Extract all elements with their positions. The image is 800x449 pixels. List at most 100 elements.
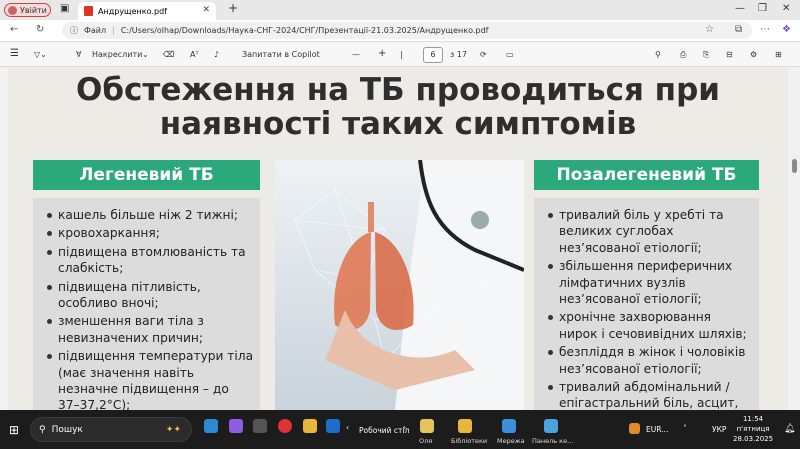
address-bar-row: ← ↻ ⓘ Файл | C:/Users/olhap/Downloads/На… xyxy=(0,20,800,42)
divider: | xyxy=(400,50,403,59)
save-icon[interactable]: ⎘ xyxy=(703,50,709,60)
app-icon[interactable] xyxy=(253,419,267,433)
read-aloud-icon[interactable]: ♪ xyxy=(214,50,219,59)
zoom-in-button[interactable]: + xyxy=(378,48,386,59)
currency-icon[interactable] xyxy=(629,423,640,434)
libraries-icon[interactable] xyxy=(458,419,472,433)
slide-title-line1: Обстеження на ТБ проводиться при xyxy=(75,72,721,108)
sparkle-icon: ✦✦ xyxy=(165,424,181,435)
symptom-item: тривалий біль у хребті та великих суглоб… xyxy=(548,207,753,256)
minimize-icon[interactable]: — xyxy=(735,3,745,14)
profile-button[interactable]: Увійти xyxy=(4,3,51,17)
divider: | xyxy=(112,26,115,35)
contents-icon[interactable]: ☰ xyxy=(10,48,19,59)
symptom-item: кровохаркання; xyxy=(47,225,254,241)
taskbar-app-label[interactable]: Оля xyxy=(419,437,432,445)
url-text: C:/Users/olhap/Downloads/Наука-СНГ-2024/… xyxy=(120,26,489,35)
symptom-item: хронічне захворювання нирок і сечовивідн… xyxy=(548,309,753,342)
zoom-out-button[interactable]: — xyxy=(352,50,360,59)
tab-actions-icon[interactable]: ▣ xyxy=(60,3,69,14)
pdf-toolbar: ☰ ▽⌄ ∀ Накреслити ⌄ ⌫ Aᵀ ♪ Запитати в Co… xyxy=(0,43,800,67)
pin-icon[interactable]: ⊞ xyxy=(775,50,782,59)
right-panel: тривалий біль у хребті та великих суглоб… xyxy=(534,198,759,410)
symptom-item: кашель більше ніж 2 тижні; xyxy=(47,207,254,223)
taskbar-app-label[interactable]: Мережа xyxy=(497,437,525,445)
clock[interactable]: 11:54 п'ятниця 28.03.2025 xyxy=(733,414,773,444)
symptom-item: підвищена пітливість, особливо вночі; xyxy=(47,279,254,312)
collections-icon[interactable]: ⧉ xyxy=(735,24,742,35)
time: 11:54 xyxy=(742,415,764,423)
network-icon[interactable] xyxy=(502,419,516,433)
lungs-illustration xyxy=(275,160,524,410)
symptom-item: безпліддя в жінок і чоловіків нез’ясован… xyxy=(548,344,753,377)
refresh-icon[interactable]: ↻ xyxy=(36,24,44,35)
eraser-icon[interactable]: ⌫ xyxy=(163,50,174,59)
file-explorer-icon[interactable] xyxy=(303,419,317,433)
settings-icon[interactable]: ⚙ xyxy=(750,50,757,59)
rotate-icon[interactable]: ⟳ xyxy=(480,50,487,59)
left-symptom-list: кашель більше ніж 2 тижні; кровохаркання;… xyxy=(33,198,260,410)
symptom-item: збільшення периферичних лімфатичних вузл… xyxy=(548,258,753,307)
tab-bar: Увійти ▣ Андрущенко.pdf ✕ + — ❐ ✕ xyxy=(0,0,800,20)
scrollbar[interactable] xyxy=(790,67,800,410)
right-symptom-list: тривалий біль у хребті та великих суглоб… xyxy=(534,198,759,410)
more-icon[interactable]: ⋯ xyxy=(760,24,770,35)
copilot-icon[interactable]: ❖ xyxy=(782,24,791,35)
print-icon[interactable]: ⎙ xyxy=(680,50,686,60)
left-header: Легеневий ТБ xyxy=(33,160,260,190)
chevron-icon[interactable]: › xyxy=(403,423,406,432)
tab-active[interactable]: Андрущенко.pdf ✕ xyxy=(78,2,216,20)
info-icon: ⓘ xyxy=(70,26,78,35)
pdf-page: Обстеження на ТБ проводиться при наявнос… xyxy=(8,67,788,410)
symptom-item: підвищена втомлюваність та слабкість; xyxy=(47,244,254,277)
new-tab-button[interactable]: + xyxy=(228,1,238,15)
currency-label[interactable]: EUR... xyxy=(646,425,668,434)
draw-button[interactable]: Накреслити xyxy=(92,50,142,59)
opera-icon[interactable] xyxy=(278,419,292,433)
outlook-icon[interactable] xyxy=(326,419,340,433)
draw-dropdown-icon[interactable]: ⌄ xyxy=(142,50,149,59)
save-as-icon[interactable]: ⊟ xyxy=(726,50,733,59)
close-window-icon[interactable]: ✕ xyxy=(782,3,790,14)
url-field[interactable]: ⓘ Файл | C:/Users/olhap/Downloads/Наука-… xyxy=(62,22,752,39)
scrollbar-thumb[interactable] xyxy=(792,159,797,173)
back-icon[interactable]: ← xyxy=(10,24,18,35)
pdf-icon xyxy=(84,6,93,16)
edge-icon[interactable] xyxy=(204,419,218,433)
weekday: п'ятниця xyxy=(736,425,770,433)
control-panel-icon[interactable] xyxy=(544,419,558,433)
copilot-app-icon[interactable] xyxy=(229,419,243,433)
taskbar: ⊞ ⚲ Пошук ✦✦ ‹ Робочий стіл › Оля Бібліо… xyxy=(0,410,800,449)
copilot-ask-button[interactable]: Запитати в Copilot xyxy=(242,50,320,59)
draw-icon[interactable]: ∀ xyxy=(76,50,81,59)
close-tab-icon[interactable]: ✕ xyxy=(202,5,210,15)
tray-chevron-icon[interactable]: ˄ xyxy=(683,424,687,433)
profile-label: Увійти xyxy=(20,5,47,15)
taskbar-search[interactable]: ⚲ Пошук ✦✦ xyxy=(30,417,192,442)
start-icon[interactable]: ⊞ xyxy=(9,423,19,437)
language-indicator[interactable]: УКР xyxy=(712,425,726,434)
notification-icon[interactable]: 🔔︎ xyxy=(784,424,795,434)
taskbar-app-label[interactable]: Панель ке... xyxy=(532,437,573,445)
symptom-item: тривалий абдомінальний / епігастральний … xyxy=(548,379,753,410)
date: 28.03.2025 xyxy=(733,435,774,443)
desktop-label[interactable]: Робочий стіл xyxy=(359,426,409,435)
favorite-icon[interactable]: ☆ xyxy=(705,24,714,35)
text-size-button[interactable]: Aᵀ xyxy=(190,50,199,59)
page-total: з 17 xyxy=(450,50,467,59)
right-header: Позалегеневий ТБ xyxy=(534,160,759,190)
fit-page-icon[interactable]: ▭ xyxy=(506,50,514,59)
page-number-input[interactable]: 6 xyxy=(423,47,443,63)
chevron-icon[interactable]: ‹ xyxy=(346,423,349,432)
user-folder-icon[interactable] xyxy=(420,419,434,433)
tab-title: Андрущенко.pdf xyxy=(98,6,167,16)
maximize-icon[interactable]: ❐ xyxy=(758,3,767,14)
filter-icon[interactable]: ▽⌄ xyxy=(34,50,47,59)
search-icon: ⚲ xyxy=(39,424,46,435)
taskbar-app-label[interactable]: Бібліотеки xyxy=(451,437,487,445)
file-label: Файл xyxy=(84,26,107,35)
search-icon[interactable]: ⚲ xyxy=(655,50,661,59)
symptom-item: підвищення температури тіла (має значенн… xyxy=(47,348,254,410)
slide-title-line2: наявності таких симптомів xyxy=(159,106,637,142)
left-panel: кашель більше ніж 2 тижні; кровохаркання;… xyxy=(33,198,260,410)
